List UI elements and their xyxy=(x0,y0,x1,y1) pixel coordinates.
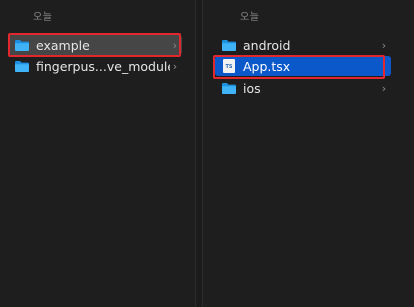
folder-icon xyxy=(221,38,237,52)
folder-icon xyxy=(14,59,30,73)
chevron-right-icon: › xyxy=(381,81,387,95)
column-2: 오늘 android › TS App.tsx ios › xyxy=(207,0,414,307)
list-item-label: ios xyxy=(243,80,261,96)
list-item-label: fingerpus...ve_module xyxy=(36,58,170,74)
folder-icon xyxy=(14,38,30,52)
list-item-fingerpush-module[interactable]: fingerpus...ve_module › xyxy=(8,56,182,76)
chevron-right-icon: › xyxy=(172,59,178,73)
folder-icon xyxy=(221,81,237,95)
section-header-today: 오늘 xyxy=(33,12,53,23)
typescript-file-icon: TS xyxy=(221,59,237,73)
finder-column-browser: 오늘 example › fingerpus...ve_module › 오늘 … xyxy=(0,0,414,307)
chevron-right-icon: › xyxy=(172,38,178,52)
list-item-label: example xyxy=(36,37,90,53)
list-item-app-tsx[interactable]: TS App.tsx xyxy=(215,56,391,76)
list-item-example[interactable]: example › xyxy=(8,35,182,55)
list-item-label: App.tsx xyxy=(243,58,291,74)
column-divider xyxy=(202,0,203,307)
section-header-today: 오늘 xyxy=(240,12,260,23)
list-item-label: android xyxy=(243,37,291,53)
file-badge: TS xyxy=(225,64,233,70)
column-1: 오늘 example › fingerpus...ve_module › xyxy=(0,0,195,307)
list-item-ios[interactable]: ios › xyxy=(215,78,391,98)
chevron-right-icon: › xyxy=(381,38,387,52)
list-item-android[interactable]: android › xyxy=(215,35,391,55)
